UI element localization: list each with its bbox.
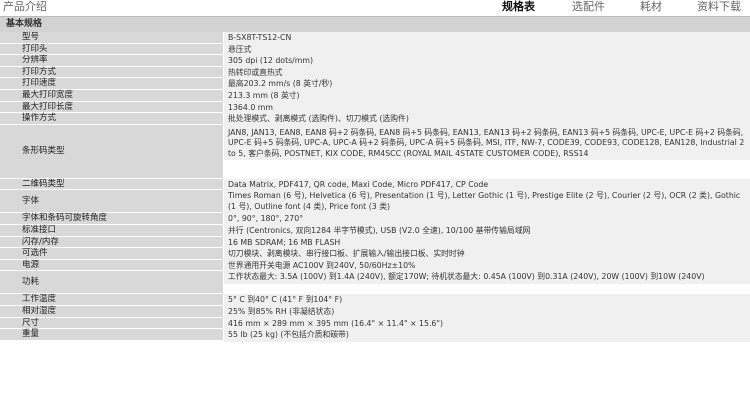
spec-key: 型号 xyxy=(22,32,40,42)
spec-key: 闪存/内存 xyxy=(22,236,59,247)
spec-row: 打印方式 热转印或直热式 xyxy=(0,66,750,80)
spec-row: 最大打印宽度 213.3 mm (8 英寸) xyxy=(0,89,750,103)
spec-key: 功耗 xyxy=(22,277,40,288)
spec-value: JAN8, JAN13, EAN8, EAN8 码+2 码条码, EAN8 码+… xyxy=(224,124,750,161)
spec-row: 闪存/内存 16 MB SDRAM; 16 MB FLASH xyxy=(0,236,750,250)
tab-consumables[interactable]: 耗材 xyxy=(640,0,662,14)
spec-row: 电源 世界通用开关电源 AC100V 到240V, 50/60Hz±10% xyxy=(0,259,750,273)
spec-row: 重量 55 lb (25 kg) (不包括介质和碳带) xyxy=(0,329,750,342)
spec-value: 工作状态最大: 3.5A (100V) 到1.4A (240V), 额定170W… xyxy=(224,271,750,284)
spec-key: 最大打印长度 xyxy=(22,101,74,112)
spec-row: 工作温度 5° C 到40° C (41° F 到104° F) xyxy=(0,294,750,307)
spec-row: 可选件 切刀模块、剥离模块、串行接口板、扩展输入/输出接口板、实时时钟 xyxy=(0,248,750,261)
spec-row: 型号 B-SX8T-TS12-CN xyxy=(0,32,750,45)
spec-row: 最大打印长度 1364.0 mm xyxy=(0,101,750,115)
spec-row: 相对湿度 25% 到85% RH (非凝结状态) xyxy=(0,305,750,319)
spec-key: 字体和条码可旋转角度 xyxy=(22,213,108,224)
tab-downloads[interactable]: 资料下载 xyxy=(697,0,741,14)
tab-spec-sheet[interactable]: 规格表 xyxy=(502,0,535,14)
spec-key: 条形码类型 xyxy=(22,145,65,156)
spec-key: 相对湿度 xyxy=(22,305,57,316)
spec-value: 55 lb (25 kg) (不包括介质和碳带) xyxy=(224,329,750,342)
spec-row: 条形码类型 JAN8, JAN13, EAN8, EAN8 码+2 码条码, EA… xyxy=(0,124,750,179)
spec-key: 打印方式 xyxy=(22,66,57,77)
section-title: 基本规格 xyxy=(6,19,43,29)
spec-row: 分辨率 305 dpi (12 dots/mm) xyxy=(0,55,750,68)
spec-key: 二维码类型 xyxy=(22,178,65,189)
spec-key: 工作温度 xyxy=(22,294,57,305)
spec-key: 字体 xyxy=(22,196,40,207)
spec-key: 最大打印宽度 xyxy=(22,89,74,100)
spec-key: 操作方式 xyxy=(22,113,57,124)
spec-key: 分辨率 xyxy=(22,55,48,66)
spec-key: 标准接口 xyxy=(22,224,57,235)
spec-key: 打印头 xyxy=(22,43,48,54)
spec-row: 打印速度 最高203.2 mm/s (8 英寸/秒) xyxy=(0,78,750,91)
spec-key: 打印速度 xyxy=(22,78,57,89)
spec-key: 尺寸 xyxy=(22,317,40,328)
spec-row: 尺寸 416 mm × 289 mm × 395 mm (16.4" × 11.4… xyxy=(0,317,750,330)
spec-row: 功耗 工作状态最大: 3.5A (100V) 到1.4A (240V), 额定17… xyxy=(0,271,750,295)
spec-key: 重量 xyxy=(22,329,40,340)
top-bar: 产品介绍 规格表 选配件 耗材 资料下载 xyxy=(0,0,750,17)
spec-table: 型号 B-SX8T-TS12-CN 打印头 悬压式 分辨率 305 dpi (12 d… xyxy=(0,32,750,342)
spec-row: 标准接口 并行 (Centronics, 双向1284 半字节模式), USB (… xyxy=(0,224,750,238)
spec-row: 二维码类型 Data Matrix, PDF417, QR code, Maxi … xyxy=(0,178,750,192)
spec-value: Times Roman (6 号), Helvetica (6 号), Pres… xyxy=(224,190,750,214)
spec-row: 字体和条码可旋转角度 0°, 90°, 180°, 270° xyxy=(0,213,750,226)
spec-key: 电源 xyxy=(22,259,40,270)
spec-row: 字体 Times Roman (6 号), Helvetica (6 号), Pr… xyxy=(0,190,750,214)
tab-accessories[interactable]: 选配件 xyxy=(572,0,605,14)
spec-row: 打印头 悬压式 xyxy=(0,43,750,57)
spec-key: 可选件 xyxy=(22,248,48,259)
page-title: 产品介绍 xyxy=(3,0,47,13)
spec-row: 操作方式 批处理模式、剥离模式 (选购件)、切刀模式 (选购件) xyxy=(0,113,750,126)
section-header: 基本规格 xyxy=(0,17,750,32)
